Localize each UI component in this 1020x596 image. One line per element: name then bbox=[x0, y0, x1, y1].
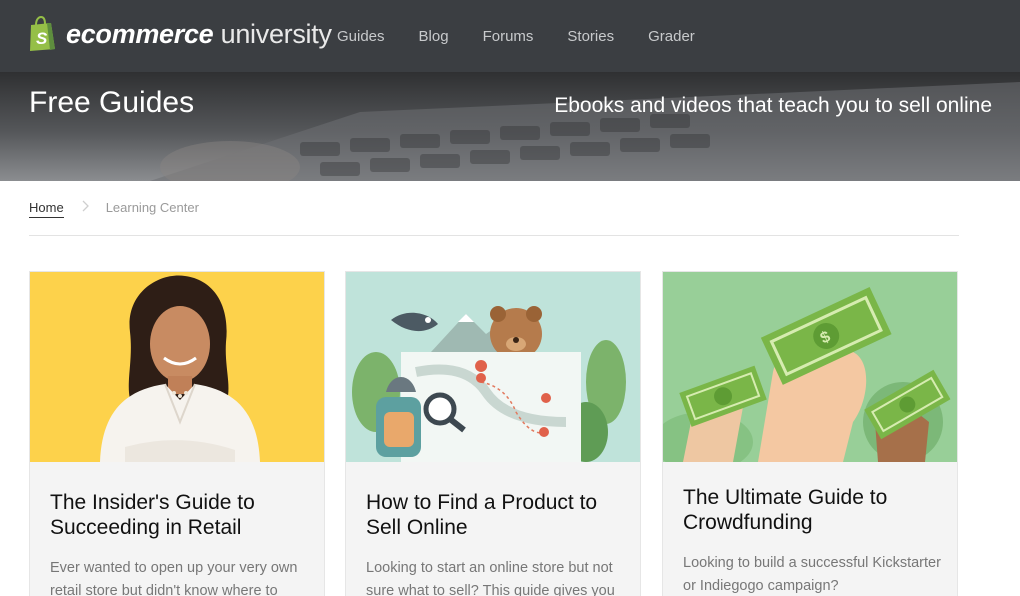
card-title[interactable]: The Insider's Guide to Succeeding in Ret… bbox=[50, 490, 310, 540]
ecommerce-university-logo[interactable]: S ecommerce university bbox=[28, 14, 332, 54]
top-navigation-bar: S ecommerce university Guides Blog Forum… bbox=[0, 0, 1020, 72]
crowdfunding-guide-image: $ bbox=[663, 272, 957, 462]
nav-forums[interactable]: Forums bbox=[483, 28, 534, 45]
guide-card-find-product[interactable]: How to Find a Product to Sell Online Loo… bbox=[345, 271, 641, 596]
retail-guide-image bbox=[30, 272, 324, 462]
find-product-guide-image bbox=[346, 272, 640, 462]
shopify-bag-icon: S bbox=[28, 15, 58, 52]
nav-blog[interactable]: Blog bbox=[419, 28, 449, 45]
breadcrumb-chevron-icon bbox=[82, 200, 90, 215]
nav-guides[interactable]: Guides bbox=[337, 28, 385, 45]
nav-stories[interactable]: Stories bbox=[567, 28, 614, 45]
guide-card-retail[interactable]: The Insider's Guide to Succeeding in Ret… bbox=[29, 271, 325, 596]
card-title[interactable]: How to Find a Product to Sell Online bbox=[366, 490, 626, 540]
breadcrumb: Home Learning Center bbox=[29, 200, 959, 236]
breadcrumb-home-link[interactable]: Home bbox=[29, 200, 64, 218]
hero-banner: Free Guides Ebooks and videos that teach… bbox=[0, 72, 1020, 181]
logo-text-light: university bbox=[220, 18, 332, 49]
main-nav: Guides Blog Forums Stories Grader bbox=[320, 0, 712, 72]
card-title[interactable]: The Ultimate Guide to Crowdfunding bbox=[683, 485, 943, 535]
svg-text:S: S bbox=[36, 29, 48, 48]
page-title: Free Guides bbox=[29, 86, 195, 119]
nav-grader[interactable]: Grader bbox=[648, 28, 695, 45]
breadcrumb-current: Learning Center bbox=[105, 200, 199, 215]
logo-text: ecommerce university bbox=[66, 19, 332, 50]
card-description: Ever wanted to open up your very own ret… bbox=[50, 560, 298, 596]
guide-card-crowdfunding[interactable]: $ The Ultimate Guide to Crowdfunding Loo… bbox=[662, 271, 958, 596]
logo-text-strong: ecommerce bbox=[66, 18, 214, 49]
hero-subtitle: Ebooks and videos that teach you to sell… bbox=[554, 94, 992, 117]
card-description: Looking to start an online store but not… bbox=[366, 560, 615, 596]
card-description: Looking to build a successful Kickstarte… bbox=[683, 555, 941, 594]
